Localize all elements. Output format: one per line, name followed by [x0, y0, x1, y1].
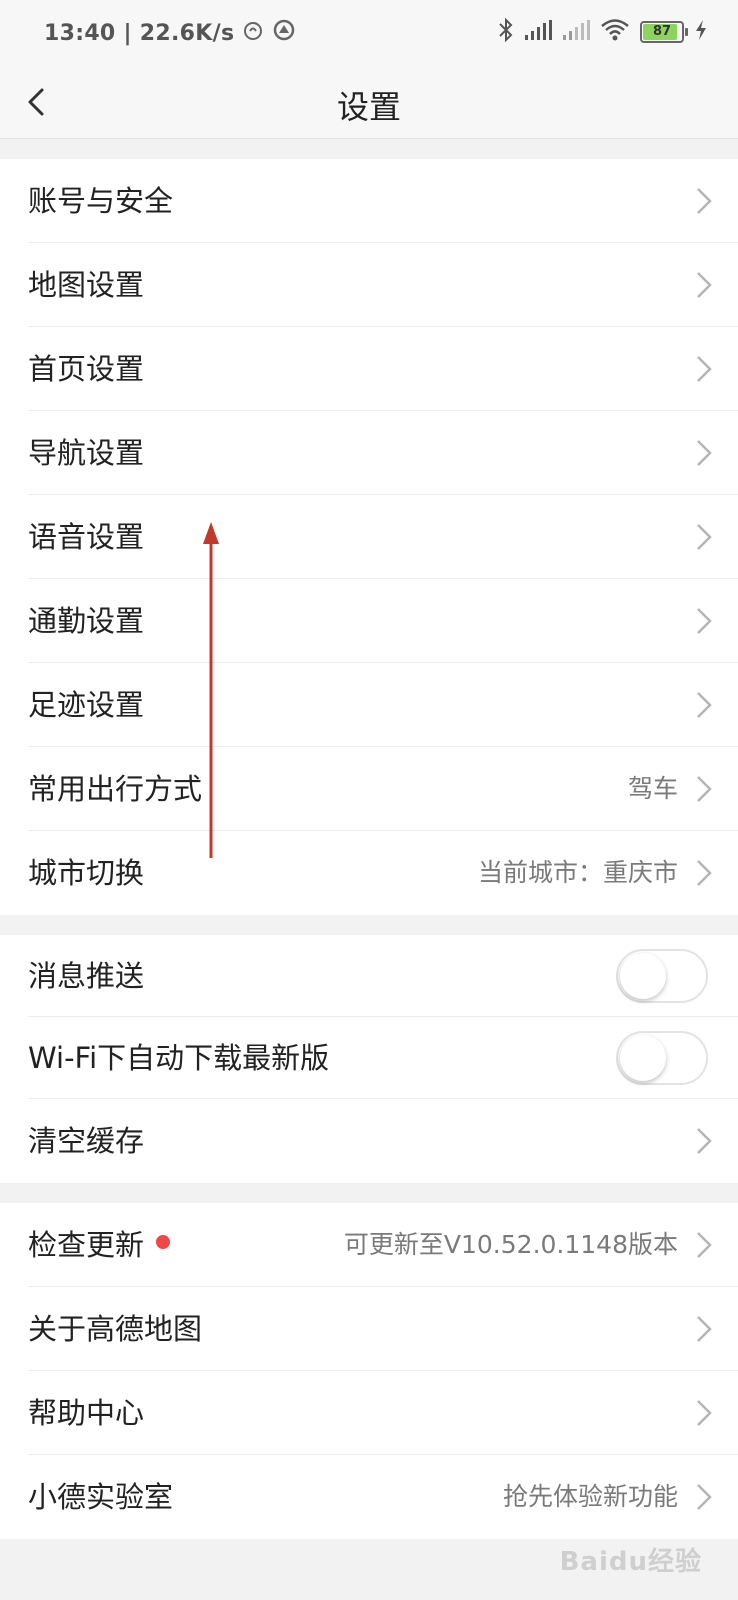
home-settings-item[interactable]: 首页设置: [0, 327, 738, 411]
chevron-right-icon: [697, 356, 712, 382]
voice-settings-item[interactable]: 语音设置: [0, 495, 738, 579]
item-label: 小德实验室: [28, 1480, 174, 1514]
chevron-right-icon: [697, 1400, 712, 1426]
lab-item[interactable]: 小德实验室 抢先体验新功能: [0, 1455, 738, 1539]
item-label: 清空缓存: [28, 1124, 145, 1158]
chevron-right-icon: [697, 440, 712, 466]
item-label: 地图设置: [28, 268, 145, 302]
account-security-item[interactable]: 账号与安全: [0, 159, 738, 243]
item-label: 通勤设置: [28, 604, 145, 638]
help-center-item[interactable]: 帮助中心: [0, 1371, 738, 1455]
item-value: 驾车: [627, 774, 678, 803]
item-label: 帮助中心: [28, 1396, 145, 1430]
wifi-icon: [600, 19, 630, 45]
signal-1-icon: [524, 19, 552, 45]
item-label: 足迹设置: [28, 688, 145, 722]
wifi-auto-download-toggle[interactable]: [616, 1031, 708, 1085]
chevron-right-icon: [697, 272, 712, 298]
item-label: 账号与安全: [28, 184, 174, 218]
chevron-right-icon: [697, 1128, 712, 1154]
city-switch-item[interactable]: 城市切换 当前城市：重庆市: [0, 831, 738, 915]
status-time-speed: 13:40 | 22.6K/s: [44, 20, 235, 46]
chevron-right-icon: [697, 860, 712, 886]
map-settings-item[interactable]: 地图设置: [0, 243, 738, 327]
chevron-right-icon: [697, 608, 712, 634]
signal-2-icon: [562, 19, 590, 45]
chevron-right-icon: [697, 188, 712, 214]
commute-settings-item[interactable]: 通勤设置: [0, 579, 738, 663]
item-label: 检查更新: [28, 1228, 145, 1262]
item-label: 消息推送: [28, 959, 145, 993]
update-dot-badge: [156, 1235, 170, 1249]
settings-group-about: 检查更新 可更新至V10.52.0.1148版本 关于高德地图 帮助中心 小德实…: [0, 1203, 738, 1539]
item-label: 导航设置: [28, 436, 145, 470]
baidu-watermark: Baidu经验: [559, 1547, 702, 1577]
footprint-settings-item[interactable]: 足迹设置: [0, 663, 738, 747]
item-label: 常用出行方式: [28, 772, 203, 806]
charging-icon: [694, 19, 708, 45]
chevron-right-icon: [697, 692, 712, 718]
battery-indicator: 87: [640, 21, 688, 43]
check-update-item[interactable]: 检查更新 可更新至V10.52.0.1148版本: [0, 1203, 738, 1287]
push-notification-toggle[interactable]: [616, 949, 708, 1003]
chevron-right-icon: [697, 1484, 712, 1510]
navigation-settings-item[interactable]: 导航设置: [0, 411, 738, 495]
weibo-icon: [242, 19, 264, 47]
clear-cache-item[interactable]: 清空缓存: [0, 1099, 738, 1183]
chevron-right-icon: [697, 524, 712, 550]
chevron-right-icon: [697, 1232, 712, 1258]
push-notification-item: 消息推送: [0, 935, 738, 1017]
about-gaode-item[interactable]: 关于高德地图: [0, 1287, 738, 1371]
status-bar: 13:40 | 22.6K/s 87: [0, 0, 738, 66]
item-label: Wi-Fi下自动下载最新版: [28, 1041, 330, 1075]
item-value: 抢先体验新功能: [502, 1482, 678, 1511]
gaode-status-icon: [272, 18, 296, 48]
toggle-knob: [620, 953, 666, 999]
item-value: 当前城市：重庆市: [477, 858, 678, 887]
item-value: 可更新至V10.52.0.1148版本: [343, 1230, 678, 1259]
item-label: 关于高德地图: [28, 1312, 203, 1346]
travel-mode-item[interactable]: 常用出行方式 驾车: [0, 747, 738, 831]
bluetooth-icon: [498, 17, 514, 47]
item-label: 语音设置: [28, 520, 145, 554]
page-title: 设置: [336, 88, 401, 126]
item-label: 首页设置: [28, 352, 145, 386]
item-label: 城市切换: [28, 856, 145, 890]
chevron-right-icon: [697, 1316, 712, 1342]
title-bar: 设置: [0, 66, 738, 139]
settings-group-system: 消息推送 Wi-Fi下自动下载最新版 清空缓存: [0, 935, 738, 1183]
chevron-right-icon: [697, 776, 712, 802]
settings-group-general: 账号与安全 地图设置 首页设置 导航设置 语音设置 通勤设置 足迹设置 常用出行…: [0, 159, 738, 915]
toggle-knob: [620, 1035, 666, 1081]
wifi-auto-download-item: Wi-Fi下自动下载最新版: [0, 1017, 738, 1099]
